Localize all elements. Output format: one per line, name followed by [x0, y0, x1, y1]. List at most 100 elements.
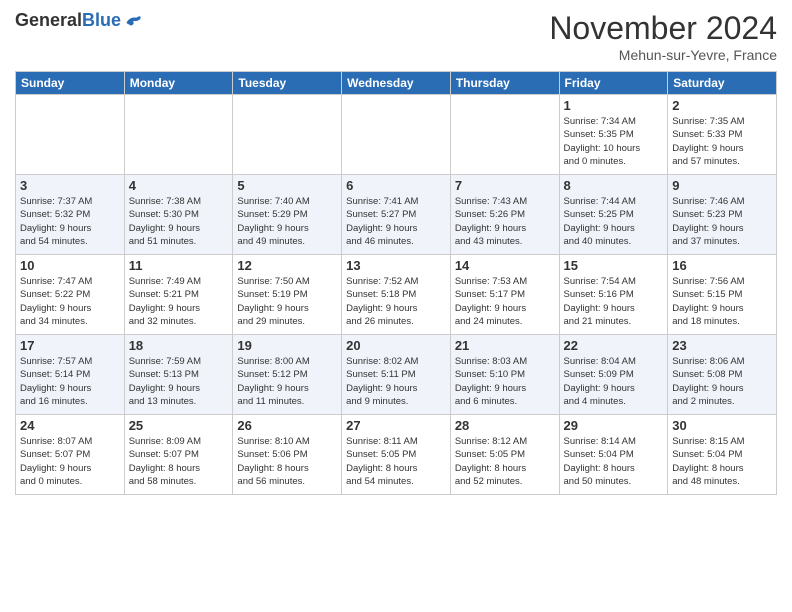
day-number: 17: [20, 338, 120, 353]
day-number: 7: [455, 178, 555, 193]
day-info: Sunrise: 7:52 AMSunset: 5:18 PMDaylight:…: [346, 275, 446, 328]
calendar-page: GeneralBlue November 2024 Mehun-sur-Yevr…: [0, 0, 792, 612]
calendar-week-row: 10Sunrise: 7:47 AMSunset: 5:22 PMDayligh…: [16, 255, 777, 335]
weekday-header: Monday: [124, 72, 233, 95]
day-number: 4: [129, 178, 229, 193]
month-title: November 2024: [549, 10, 777, 47]
calendar-day: 12Sunrise: 7:50 AMSunset: 5:19 PMDayligh…: [233, 255, 342, 335]
weekday-header: Wednesday: [342, 72, 451, 95]
calendar-day: 24 Sunrise: 8:07 AMSunset: 5:07 PMDayligh…: [16, 415, 125, 495]
calendar-day: 19Sunrise: 8:00 AMSunset: 5:12 PMDayligh…: [233, 335, 342, 415]
day-info: Sunrise: 8:14 AMSunset: 5:04 PMDaylight:…: [564, 435, 664, 488]
calendar-day: 4 Sunrise: 7:38 AMSunset: 5:30 PMDaylight…: [124, 175, 233, 255]
day-info: Sunrise: 7:50 AMSunset: 5:19 PMDaylight:…: [237, 275, 337, 328]
day-number: 28: [455, 418, 555, 433]
day-info: Sunrise: 7:46 AMSunset: 5:23 PMDaylight:…: [672, 195, 772, 248]
calendar-day: 29 Sunrise: 8:14 AMSunset: 5:04 PMDayligh…: [559, 415, 668, 495]
logo-blue: Blue: [82, 10, 121, 31]
day-info: Sunrise: 7:54 AMSunset: 5:16 PMDaylight:…: [564, 275, 664, 328]
calendar-day: 10Sunrise: 7:47 AMSunset: 5:22 PMDayligh…: [16, 255, 125, 335]
calendar-day: 23Sunrise: 8:06 AMSunset: 5:08 PMDayligh…: [668, 335, 777, 415]
day-number: 21: [455, 338, 555, 353]
calendar-day: 25 Sunrise: 8:09 AMSunset: 5:07 PMDayligh…: [124, 415, 233, 495]
calendar-day: 6 Sunrise: 7:41 AMSunset: 5:27 PMDaylight…: [342, 175, 451, 255]
day-info: Sunrise: 7:38 AMSunset: 5:30 PMDaylight:…: [129, 195, 229, 248]
day-info: Sunrise: 8:06 AMSunset: 5:08 PMDaylight:…: [672, 355, 772, 408]
calendar-day: 14Sunrise: 7:53 AMSunset: 5:17 PMDayligh…: [450, 255, 559, 335]
calendar-day: 5Sunrise: 7:40 AMSunset: 5:29 PMDaylight…: [233, 175, 342, 255]
bird-icon: [123, 11, 143, 31]
day-number: 13: [346, 258, 446, 273]
calendar-day: 17 Sunrise: 7:57 AMSunset: 5:14 PMDayligh…: [16, 335, 125, 415]
day-number: 2: [672, 98, 772, 113]
calendar-day: 27 Sunrise: 8:11 AMSunset: 5:05 PMDayligh…: [342, 415, 451, 495]
calendar-day: 8 Sunrise: 7:44 AMSunset: 5:25 PMDaylight…: [559, 175, 668, 255]
day-number: 30: [672, 418, 772, 433]
day-number: 18: [129, 338, 229, 353]
day-number: 6: [346, 178, 446, 193]
calendar-day: 2 Sunrise: 7:35 AMSunset: 5:33 PMDaylight…: [668, 95, 777, 175]
day-info: Sunrise: 7:37 AMSunset: 5:32 PMDaylight:…: [20, 195, 120, 248]
day-number: 19: [237, 338, 337, 353]
day-info: Sunrise: 7:57 AMSunset: 5:14 PMDaylight:…: [20, 355, 120, 408]
calendar-week-row: 3Sunrise: 7:37 AMSunset: 5:32 PMDaylight…: [16, 175, 777, 255]
calendar-day: 22Sunrise: 8:04 AMSunset: 5:09 PMDayligh…: [559, 335, 668, 415]
day-info: Sunrise: 8:12 AMSunset: 5:05 PMDaylight:…: [455, 435, 555, 488]
day-info: Sunrise: 7:59 AMSunset: 5:13 PMDaylight:…: [129, 355, 229, 408]
title-block: November 2024 Mehun-sur-Yevre, France: [549, 10, 777, 63]
day-number: 25: [129, 418, 229, 433]
day-number: 27: [346, 418, 446, 433]
calendar-day: 3Sunrise: 7:37 AMSunset: 5:32 PMDaylight…: [16, 175, 125, 255]
day-number: 29: [564, 418, 664, 433]
calendar-week-row: 24 Sunrise: 8:07 AMSunset: 5:07 PMDayligh…: [16, 415, 777, 495]
calendar-day: 15 Sunrise: 7:54 AMSunset: 5:16 PMDayligh…: [559, 255, 668, 335]
calendar-day: [233, 95, 342, 175]
calendar-week-row: 1 Sunrise: 7:34 AMSunset: 5:35 PMDaylight…: [16, 95, 777, 175]
day-info: Sunrise: 7:35 AMSunset: 5:33 PMDaylight:…: [672, 115, 772, 168]
day-number: 22: [564, 338, 664, 353]
day-info: Sunrise: 8:07 AMSunset: 5:07 PMDaylight:…: [20, 435, 120, 488]
weekday-header: Saturday: [668, 72, 777, 95]
day-number: 26: [237, 418, 337, 433]
day-number: 24: [20, 418, 120, 433]
weekday-header: Thursday: [450, 72, 559, 95]
page-header: GeneralBlue November 2024 Mehun-sur-Yevr…: [15, 10, 777, 63]
calendar-day: [450, 95, 559, 175]
weekday-header: Sunday: [16, 72, 125, 95]
day-number: 14: [455, 258, 555, 273]
day-number: 15: [564, 258, 664, 273]
weekday-header: Friday: [559, 72, 668, 95]
calendar-day: 18 Sunrise: 7:59 AMSunset: 5:13 PMDayligh…: [124, 335, 233, 415]
day-number: 16: [672, 258, 772, 273]
day-number: 1: [564, 98, 664, 113]
day-info: Sunrise: 8:09 AMSunset: 5:07 PMDaylight:…: [129, 435, 229, 488]
calendar-day: 21 Sunrise: 8:03 AMSunset: 5:10 PMDayligh…: [450, 335, 559, 415]
day-info: Sunrise: 7:56 AMSunset: 5:15 PMDaylight:…: [672, 275, 772, 328]
calendar-day: 20 Sunrise: 8:02 AMSunset: 5:11 PMDayligh…: [342, 335, 451, 415]
calendar-day: 26 Sunrise: 8:10 AMSunset: 5:06 PMDayligh…: [233, 415, 342, 495]
day-info: Sunrise: 8:03 AMSunset: 5:10 PMDaylight:…: [455, 355, 555, 408]
day-info: Sunrise: 7:44 AMSunset: 5:25 PMDaylight:…: [564, 195, 664, 248]
day-info: Sunrise: 7:40 AMSunset: 5:29 PMDaylight:…: [237, 195, 337, 248]
day-info: Sunrise: 7:34 AMSunset: 5:35 PMDaylight:…: [564, 115, 664, 168]
calendar-day: [342, 95, 451, 175]
day-number: 20: [346, 338, 446, 353]
calendar-day: 9Sunrise: 7:46 AMSunset: 5:23 PMDaylight…: [668, 175, 777, 255]
day-info: Sunrise: 7:43 AMSunset: 5:26 PMDaylight:…: [455, 195, 555, 248]
day-number: 11: [129, 258, 229, 273]
calendar-day: [124, 95, 233, 175]
calendar-day: 7 Sunrise: 7:43 AMSunset: 5:26 PMDaylight…: [450, 175, 559, 255]
day-info: Sunrise: 8:10 AMSunset: 5:06 PMDaylight:…: [237, 435, 337, 488]
weekday-header-row: SundayMondayTuesdayWednesdayThursdayFrid…: [16, 72, 777, 95]
calendar-day: 28 Sunrise: 8:12 AMSunset: 5:05 PMDayligh…: [450, 415, 559, 495]
calendar-week-row: 17 Sunrise: 7:57 AMSunset: 5:14 PMDayligh…: [16, 335, 777, 415]
day-info: Sunrise: 8:02 AMSunset: 5:11 PMDaylight:…: [346, 355, 446, 408]
day-info: Sunrise: 8:15 AMSunset: 5:04 PMDaylight:…: [672, 435, 772, 488]
day-number: 10: [20, 258, 120, 273]
day-info: Sunrise: 8:11 AMSunset: 5:05 PMDaylight:…: [346, 435, 446, 488]
day-number: 8: [564, 178, 664, 193]
day-info: Sunrise: 7:41 AMSunset: 5:27 PMDaylight:…: [346, 195, 446, 248]
calendar-day: 30 Sunrise: 8:15 AMSunset: 5:04 PMDayligh…: [668, 415, 777, 495]
calendar-table: SundayMondayTuesdayWednesdayThursdayFrid…: [15, 71, 777, 495]
calendar-day: 11Sunrise: 7:49 AMSunset: 5:21 PMDayligh…: [124, 255, 233, 335]
